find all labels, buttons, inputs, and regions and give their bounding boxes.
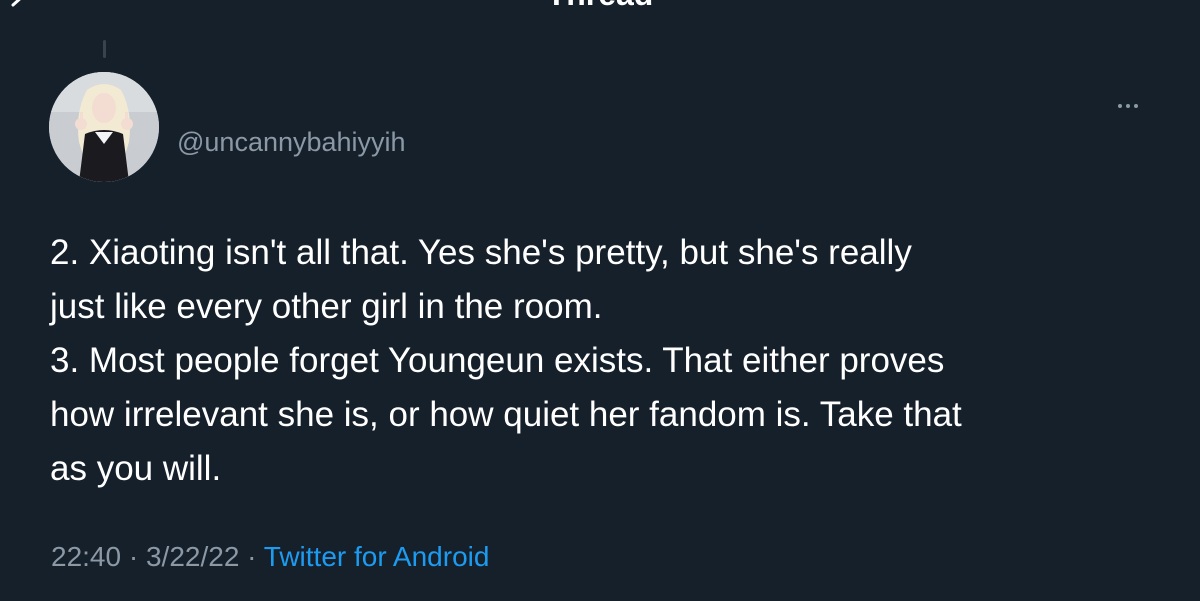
tweet-text-line: just like every other girl in the room. [50,287,603,326]
thread-connector-line [103,40,106,58]
tweet-source-link[interactable]: Twitter for Android [264,541,490,572]
tweet-text: 2. Xiaoting isn't all that. Yes she's pr… [50,226,1150,496]
tweet-metadata: 22:40 · 3/22/22 · Twitter for Android [51,540,489,574]
meta-separator: · [239,541,264,572]
more-dot [1134,104,1138,108]
tweet-date[interactable]: 3/22/22 [146,541,239,572]
meta-separator: · [121,541,146,572]
more-horizontal-icon [1118,104,1122,108]
tweet-text-line: as you will. [50,449,222,488]
page-title: Thread [0,0,1200,12]
tweet-text-line: 3. Most people forget Youngeun exists. T… [50,341,945,380]
more-options-button[interactable] [1110,94,1146,118]
tweet-text-line: how irrelevant she is, or how quiet her … [50,395,962,434]
user-handle[interactable]: @uncannybahiyyih [177,126,406,158]
more-dot [1126,104,1130,108]
tweet-time[interactable]: 22:40 [51,541,121,572]
avatar-image [49,72,159,182]
tweet-text-line: 2. Xiaoting isn't all that. Yes she's pr… [50,233,912,272]
avatar[interactable] [49,72,159,182]
